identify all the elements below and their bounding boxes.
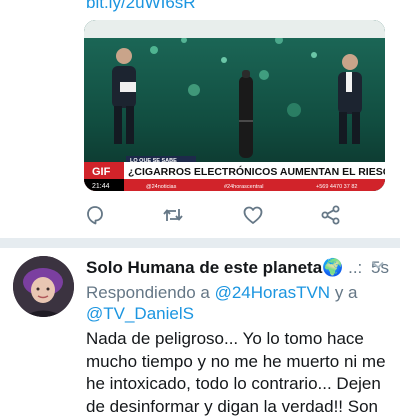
tweet-header: Solo Humana de este planeta🌍 ..: 5s	[86, 258, 389, 278]
tweet-divider	[0, 238, 400, 248]
ticker-1: @24noticias	[146, 184, 177, 190]
like-icon[interactable]	[242, 204, 264, 226]
gif-label: GIF	[92, 166, 111, 178]
tweet-link[interactable]: bit.ly/2uWI6sR	[86, 0, 196, 13]
mention-tv-daniels[interactable]: @TV_DanielS	[86, 304, 194, 323]
share-icon[interactable]	[320, 204, 342, 226]
tweet-actions	[84, 204, 354, 226]
tweet-body-line: Nada de peligroso... Yo lo tomo hace	[86, 328, 386, 351]
headline: ¿CIGARROS ELECTRÓNICOS AUMENTAN EL RIESG…	[128, 165, 385, 178]
avatar[interactable]	[13, 256, 74, 317]
ticker-3: +569 4470 37 82	[316, 184, 357, 190]
e-cigarette-graphic	[239, 70, 253, 158]
ticker-2: #24horascentral	[224, 184, 263, 190]
video-thumbnail[interactable]: LO QUE SE SABE GIF ¿CIGARROS ELECTRÓNICO…	[84, 20, 385, 191]
replying-to: Respondiendo a @24HorasTVN y a	[86, 283, 358, 303]
clock: 21:44	[92, 183, 110, 190]
display-name[interactable]: Solo Humana de este planeta	[86, 258, 322, 277]
mention-24horastvn[interactable]: @24HorasTVN	[215, 283, 331, 302]
tweet-body-line: mucho tiempo y no me he muerto ni me	[86, 351, 386, 374]
chevron-down-icon[interactable]	[370, 257, 386, 273]
replying-to-conjunction: y a	[335, 283, 358, 302]
replying-to-label: Respondiendo a	[86, 283, 210, 302]
name-separator: ..:	[348, 258, 362, 277]
tweet-body: Nada de peligroso... Yo lo tomo hace muc…	[86, 328, 386, 418]
tweet-body-line: he intoxicado, todo lo contrario... Deje…	[86, 373, 386, 396]
globe-emoji: 🌍	[322, 258, 343, 277]
tweet-body-line: de desinformar y digan la verdad!! Son	[86, 396, 386, 418]
retweet-icon[interactable]	[162, 204, 184, 226]
reply-icon[interactable]	[84, 204, 106, 226]
